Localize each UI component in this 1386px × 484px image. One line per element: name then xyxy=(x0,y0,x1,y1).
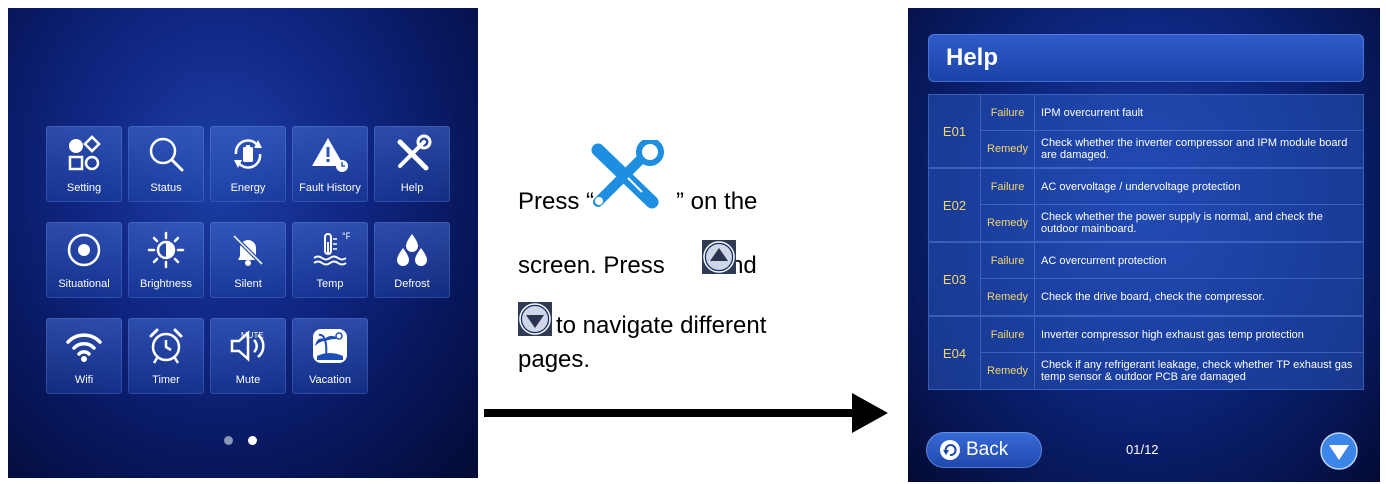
flow-arrow-head xyxy=(852,393,888,433)
back-label: Back xyxy=(966,439,1009,460)
tile-label: Help xyxy=(400,182,424,194)
remedy-text: Check whether the inverter compressor an… xyxy=(1041,137,1348,161)
page-dot-1[interactable] xyxy=(224,436,233,445)
island-icon xyxy=(313,329,347,363)
instruction-text-part: Press “ xyxy=(518,188,595,215)
home-menu-screen: Setting Status Energy Fault History Help… xyxy=(8,8,478,478)
tile-label: Vacation xyxy=(309,374,351,386)
remedy-row: Remedy Check if any refrigerant leakage,… xyxy=(981,353,1363,389)
remedy-tag: Remedy xyxy=(981,205,1035,241)
instruction-text-part: ” on the xyxy=(676,188,758,215)
failure-row: Failure AC overvoltage / undervoltage pr… xyxy=(981,169,1363,205)
temp-unit: °F xyxy=(342,231,350,241)
tile-timer[interactable]: Timer xyxy=(128,318,204,394)
tile-label: Temp xyxy=(316,278,344,290)
alarm-clock-icon xyxy=(149,328,183,364)
wifi-icon xyxy=(66,333,102,362)
search-icon xyxy=(149,137,184,172)
tools-icon xyxy=(591,140,664,209)
failure-text: IPM overcurrent fault xyxy=(1041,106,1144,119)
energy-icon xyxy=(234,139,262,169)
tile-mute[interactable]: MUTE Mute xyxy=(210,318,286,394)
error-row-e03: E03 Failure AC overcurrent protection Re… xyxy=(928,242,1364,316)
setting-icon xyxy=(68,135,101,171)
tile-situational[interactable]: Situational xyxy=(46,222,122,298)
instruction-line-4: pages. xyxy=(518,346,591,373)
flow-arrow xyxy=(484,409,856,417)
page-title: Help xyxy=(946,44,999,71)
thermometer-icon: °F xyxy=(313,231,350,266)
failure-tag: Failure xyxy=(981,243,1035,278)
failure-tag: Failure xyxy=(981,95,1035,130)
remedy-text: Check the drive board, check the compres… xyxy=(1041,291,1265,303)
help-screen: Help E01 Failure IPM overcurrent fault R… xyxy=(908,8,1380,482)
tile-label: Situational xyxy=(58,278,110,290)
failure-text: AC overcurrent protection xyxy=(1041,254,1167,267)
tile-setting[interactable]: Setting xyxy=(46,126,122,202)
error-code: E04 xyxy=(929,317,981,389)
error-code: E01 xyxy=(929,95,981,167)
tile-energy[interactable]: Energy xyxy=(210,126,286,202)
back-button[interactable]: Back xyxy=(926,432,1042,468)
page-dot-2-active[interactable] xyxy=(248,436,257,445)
remedy-tag: Remedy xyxy=(981,279,1035,315)
up-arrow-button-icon xyxy=(702,240,736,274)
remedy-text: Check whether the power supply is normal… xyxy=(1041,211,1323,235)
instruction-text-part: screen. Press xyxy=(518,252,665,279)
situational-icon xyxy=(67,233,101,267)
failure-row: Failure IPM overcurrent fault xyxy=(981,95,1363,131)
remedy-tag: Remedy xyxy=(981,353,1035,389)
failure-tag: Failure xyxy=(981,169,1035,204)
failure-row: Failure AC overcurrent protection xyxy=(981,243,1363,279)
tile-label: Fault History xyxy=(299,182,361,194)
remedy-row: Remedy Check whether the inverter compre… xyxy=(981,131,1363,167)
failure-text: AC overvoltage / undervoltage protection xyxy=(1041,180,1241,193)
speaker-mute-icon: MUTE xyxy=(230,330,265,362)
tile-label: Mute xyxy=(235,374,261,386)
error-row-e04: E04 Failure Inverter compressor high exh… xyxy=(928,316,1364,390)
bell-off-icon xyxy=(232,234,264,266)
failure-row: Failure Inverter compressor high exhaust… xyxy=(981,317,1363,353)
figure: Setting Status Energy Fault History Help… xyxy=(0,0,1386,484)
page-indicator: 01/12 xyxy=(1126,442,1159,457)
mute-badge: MUTE xyxy=(241,331,264,340)
tile-help[interactable]: Help xyxy=(374,126,450,202)
remedy-text: Check if any refrigerant leakage, check … xyxy=(1041,359,1353,383)
drops-icon xyxy=(397,234,427,266)
sun-icon xyxy=(147,231,185,269)
tile-label: Energy xyxy=(230,182,266,194)
help-header: Help xyxy=(928,34,1364,82)
tile-brightness[interactable]: Brightness xyxy=(128,222,204,298)
tile-wifi[interactable]: Wifi xyxy=(46,318,122,394)
tile-label: Status xyxy=(150,182,182,194)
failure-text: Inverter compressor high exhaust gas tem… xyxy=(1041,328,1304,341)
error-code: E03 xyxy=(929,243,981,315)
tile-label: Defrost xyxy=(394,278,430,290)
tile-silent[interactable]: Silent xyxy=(210,222,286,298)
remedy-tag: Remedy xyxy=(981,131,1035,167)
error-row-e01: E01 Failure IPM overcurrent fault Remedy… xyxy=(928,94,1364,168)
tile-label: Silent xyxy=(234,278,262,290)
instruction-line-3: to navigate different xyxy=(556,312,767,339)
error-row-e02: E02 Failure AC overvoltage / undervoltag… xyxy=(928,168,1364,242)
remedy-row: Remedy Check the drive board, check the … xyxy=(981,279,1363,315)
tile-label: Setting xyxy=(66,182,102,194)
tile-label: Timer xyxy=(152,374,180,386)
refresh-back-icon xyxy=(940,440,960,460)
tile-label: Wifi xyxy=(74,374,94,386)
tools-icon xyxy=(397,134,432,171)
next-page-button[interactable] xyxy=(1320,432,1358,470)
failure-tag: Failure xyxy=(981,317,1035,352)
tile-vacation[interactable]: Vacation xyxy=(292,318,368,394)
down-arrow-button-icon xyxy=(518,302,552,336)
tile-label: Brightness xyxy=(140,278,192,290)
tile-temp[interactable]: °F Temp xyxy=(292,222,368,298)
tile-status[interactable]: Status xyxy=(128,126,204,202)
tile-defrost[interactable]: Defrost xyxy=(374,222,450,298)
remedy-row: Remedy Check whether the power supply is… xyxy=(981,205,1363,241)
error-code: E02 xyxy=(929,169,981,241)
warning-icon xyxy=(312,138,348,172)
tile-fault-history[interactable]: Fault History xyxy=(292,126,368,202)
